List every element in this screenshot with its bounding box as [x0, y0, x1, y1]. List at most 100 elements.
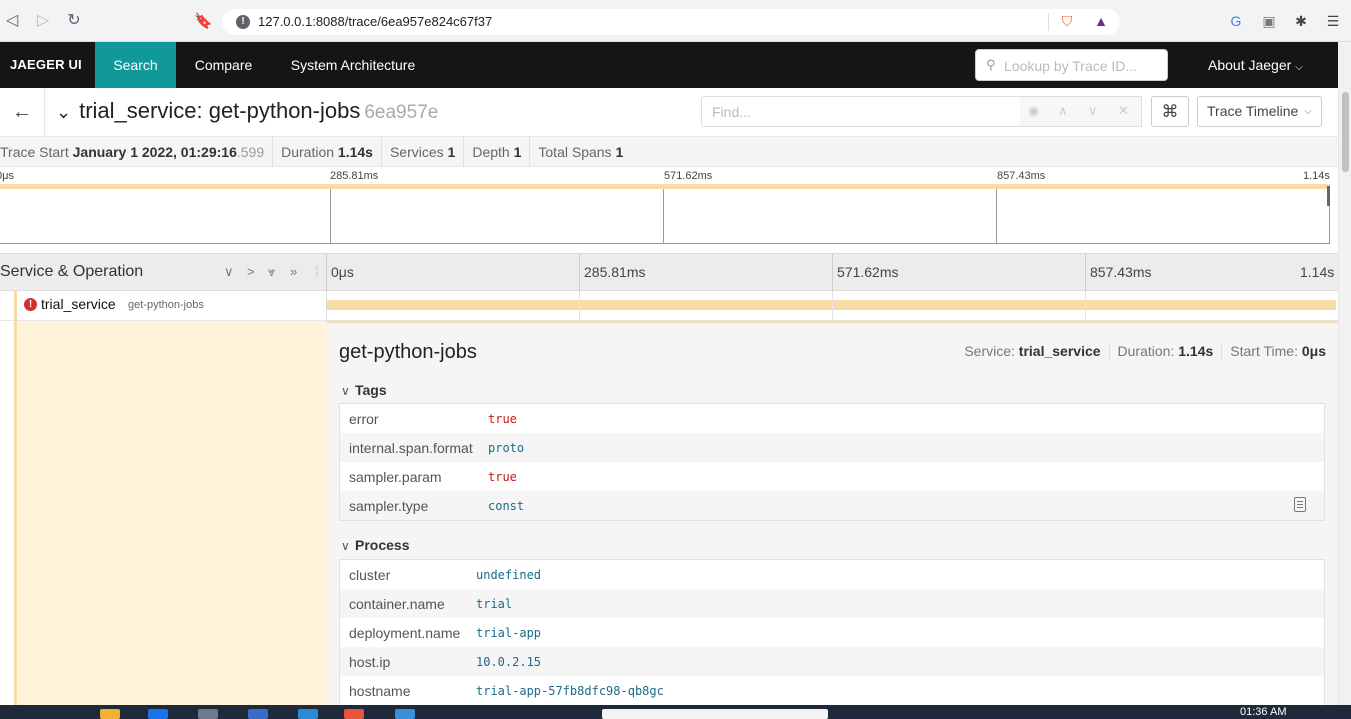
- summary-total-spans: Total Spans 1: [530, 137, 631, 167]
- chevron-down-icon: ⌵: [1304, 106, 1312, 117]
- brave-rewards-icon[interactable]: ▲: [1092, 12, 1110, 30]
- duration-value: 1.14s: [1178, 343, 1214, 359]
- process-key: container.name: [349, 596, 445, 612]
- browser-menu-icon[interactable]: ☰: [1324, 12, 1342, 30]
- process-table: cluster undefined container.name trial d…: [339, 559, 1325, 705]
- label: Services: [389, 144, 444, 160]
- taskbar-app-icon[interactable]: [395, 709, 415, 719]
- scrollbar-thumb[interactable]: [1342, 92, 1349, 172]
- minimap-tick: 857.43ms: [997, 170, 1046, 182]
- tags-section-toggle[interactable]: ∨ Tags: [341, 382, 387, 398]
- clear-find-icon[interactable]: ✕: [1118, 103, 1129, 119]
- nav-compare[interactable]: Compare: [176, 42, 271, 88]
- keyboard-shortcuts-icon[interactable]: ⌘: [1151, 96, 1189, 127]
- brand-logo[interactable]: JAEGER UI: [10, 57, 82, 72]
- summary-services: Services 1: [382, 137, 465, 167]
- span-service-name: trial_service: [41, 296, 116, 312]
- timeline-gridline: [1085, 254, 1086, 291]
- summary-duration: Duration 1.14s: [273, 137, 382, 167]
- duration-label: Duration:: [1117, 343, 1175, 359]
- process-value: 10.0.2.15: [476, 655, 542, 669]
- taskbar-app-icon[interactable]: [198, 709, 218, 719]
- page-scrollbar[interactable]: [1338, 88, 1351, 719]
- process-value: trial-app-57fb8dfc98-qb8gc: [476, 684, 664, 698]
- trace-minimap[interactable]: [0, 184, 1330, 244]
- trace-operation: get-python-jobs: [208, 98, 361, 123]
- label: Total Spans: [538, 144, 612, 160]
- translate-extension-icon[interactable]: G: [1227, 12, 1245, 30]
- table-row: error true: [340, 404, 1324, 433]
- collapse-one-icon[interactable]: ∨: [224, 264, 234, 280]
- span-row[interactable]: ! trial_service get-python-jobs: [0, 291, 1338, 321]
- brave-browser-icon[interactable]: [344, 709, 364, 719]
- file-explorer-icon[interactable]: [100, 709, 120, 719]
- tag-value: true: [488, 470, 517, 484]
- table-row: sampler.param true: [340, 462, 1324, 491]
- browser-toolbar: ◁ ▷ ↻ 🔖 ! 127.0.0.1:8088/trace/6ea957e82…: [0, 0, 1351, 42]
- taskbar-app-icon[interactable]: [248, 709, 268, 719]
- timeline-tick: 285.81ms: [584, 264, 646, 280]
- chevron-down-icon: ∨: [341, 539, 350, 553]
- chevron-down-icon: ⌵: [1295, 62, 1303, 73]
- value: 1: [447, 144, 456, 160]
- service-label: Service:: [964, 343, 1015, 359]
- address-bar[interactable]: ! 127.0.0.1:8088/trace/6ea957e824c67f37 …: [222, 9, 1120, 35]
- trace-id-input[interactable]: [1004, 56, 1164, 76]
- chevron-down-icon: ∨: [341, 384, 350, 398]
- expand-all-icon[interactable]: »: [290, 264, 297, 279]
- row-gridline: [579, 291, 580, 321]
- find-box: [701, 96, 1021, 127]
- trace-title[interactable]: ⌄ trial_service: get-python-jobs 6ea957e: [56, 98, 438, 124]
- label: Depth: [472, 144, 510, 160]
- collapse-all-icon[interactable]: ⩔: [268, 264, 275, 280]
- minimap-tick: 571.62ms: [664, 170, 713, 182]
- tag-key: sampler.param: [349, 469, 442, 485]
- about-jaeger-menu[interactable]: About Jaeger ⌵: [1208, 57, 1303, 73]
- browser-forward-icon[interactable]: ▷: [33, 11, 53, 31]
- vscode-icon[interactable]: [298, 709, 318, 719]
- minimap-tick: 0μs: [0, 170, 14, 182]
- taskbar-search-box[interactable]: [602, 709, 828, 719]
- search-icon: ⚲: [986, 57, 996, 72]
- span-detail: get-python-jobs Service: trial_service Du…: [327, 321, 1338, 719]
- nav-system-architecture[interactable]: System Architecture: [271, 42, 435, 88]
- column-divider[interactable]: [326, 254, 327, 291]
- summary-trace-start: Trace Start January 1 2022, 01:29:16.599: [0, 137, 274, 167]
- minimap-gridline: [330, 189, 331, 244]
- minimap-drag-handle[interactable]: [1327, 186, 1330, 206]
- puzzle-extensions-icon[interactable]: ✱: [1292, 12, 1310, 30]
- tag-key: internal.span.format: [349, 440, 473, 456]
- bookmark-icon[interactable]: 🔖: [194, 12, 213, 30]
- value: 1: [615, 144, 624, 160]
- timeline-tick: 857.43ms: [1090, 264, 1152, 280]
- process-key: deployment.name: [349, 625, 461, 641]
- find-input[interactable]: [712, 102, 1012, 122]
- process-section-toggle[interactable]: ∨ Process: [341, 537, 409, 553]
- system-clock: 01:36 AM: [1240, 706, 1287, 718]
- prev-match-icon[interactable]: ∧: [1058, 103, 1068, 119]
- expand-one-icon[interactable]: >: [247, 264, 255, 279]
- brave-shield-icon[interactable]: ⛉: [1058, 12, 1076, 30]
- row-gridline: [832, 291, 833, 321]
- span-operation-name: get-python-jobs: [128, 299, 204, 311]
- locate-icon[interactable]: ◉: [1028, 103, 1039, 119]
- nav-search[interactable]: Search: [95, 42, 176, 88]
- collapse-chevron-icon[interactable]: ⌄: [56, 102, 71, 123]
- table-row: deployment.name trial-app: [340, 618, 1324, 647]
- column-resize-icon[interactable]: ⁞: [315, 264, 319, 279]
- tag-value: proto: [488, 441, 525, 455]
- extension-icon[interactable]: ▣: [1260, 12, 1278, 30]
- trace-service: trial_service: [79, 98, 197, 123]
- browser-back-icon[interactable]: ◁: [2, 11, 22, 31]
- view-mode-select[interactable]: Trace Timeline ⌵: [1197, 96, 1322, 127]
- process-key: host.ip: [349, 654, 391, 670]
- summary-depth: Depth 1: [464, 137, 531, 167]
- span-detail-fill: [17, 321, 327, 719]
- copy-icon[interactable]: [1294, 497, 1306, 512]
- site-info-icon[interactable]: !: [236, 15, 250, 29]
- browser-reload-icon[interactable]: ↻: [64, 11, 84, 31]
- taskbar-app-icon[interactable]: [148, 709, 168, 719]
- next-match-icon[interactable]: ∨: [1088, 103, 1098, 119]
- title-separator: :: [196, 98, 209, 123]
- back-arrow-icon[interactable]: ←: [0, 88, 45, 137]
